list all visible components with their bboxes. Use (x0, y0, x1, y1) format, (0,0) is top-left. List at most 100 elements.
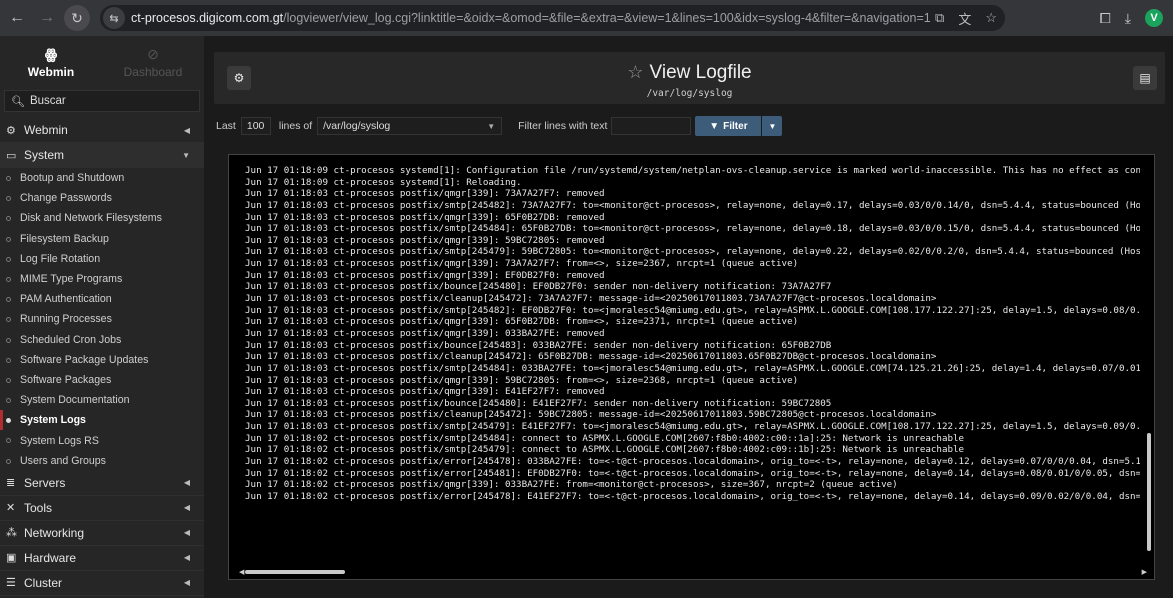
log-line: Jun 17 01:18:03 ct-procesos postfix/smtp… (245, 223, 1140, 235)
sidebar-item-label: Disk and Network Filesystems (20, 212, 162, 225)
sidebar-item-label: Filesystem Backup (20, 232, 109, 245)
category-label: Networking (24, 525, 85, 540)
log-line: Jun 17 01:18:02 ct-procesos postfix/erro… (245, 467, 1140, 479)
bullet-icon (6, 176, 11, 181)
sidebar-item-label: Users and Groups (20, 454, 106, 467)
translate-icon[interactable]: 文 (958, 9, 971, 28)
extensions-icon[interactable]: ⧠ (1100, 10, 1111, 27)
sidebar-item-pam[interactable]: PAM Authentication (0, 289, 204, 309)
scroll-left-icon[interactable]: ◀ (239, 568, 244, 576)
sidebar-item-documentation[interactable]: System Documentation (0, 390, 204, 410)
sidebar-item-software-packages[interactable]: Software Packages (0, 370, 204, 390)
sidebar-item-package-updates[interactable]: Software Package Updates (0, 350, 204, 370)
sidebar-item-label: Scheduled Cron Jobs (20, 333, 122, 346)
bullet-icon (6, 236, 11, 242)
sidebar-category-hardware[interactable]: ▣ Hardware ◀ (0, 546, 204, 571)
log-output[interactable]: Jun 17 01:18:09 ct-procesos systemd[1]: … (228, 154, 1155, 580)
log-line: Jun 17 01:18:03 ct-procesos postfix/clea… (245, 293, 937, 305)
page-subtitle: /var/log/syslog (646, 88, 733, 99)
bullet-icon (6, 438, 11, 444)
vertical-scrollbar[interactable] (1146, 161, 1152, 569)
search-input[interactable]: 🔍︎ Buscar (4, 90, 200, 112)
monitor-icon: ▭ (6, 149, 17, 162)
sidebar-item-change-passwords[interactable]: Change Passwords (0, 188, 204, 208)
install-icon[interactable]: ⧉ (935, 10, 944, 26)
log-file-value: /var/log/syslog (323, 120, 391, 132)
chevron-left-icon: ◀ (183, 503, 190, 513)
filter-dropdown-button[interactable]: ▼ (762, 116, 783, 136)
bullet-icon (6, 377, 11, 383)
favorite-star-icon[interactable]: ☆ (627, 62, 643, 82)
sidebar-category-networking[interactable]: ⁂ Networking ◀ (0, 521, 204, 546)
sidebar-category-tools[interactable]: ✕ Tools ◀ (0, 496, 204, 521)
tab-dashboard[interactable]: ⊘ Dashboard (102, 36, 204, 88)
sidebar-category-webmin[interactable]: ⚙ Webmin ◀ (0, 118, 204, 143)
log-line: Jun 17 01:18:09 ct-procesos systemd[1]: … (245, 176, 522, 188)
log-line: Jun 17 01:18:03 ct-procesos postfix/boun… (245, 339, 832, 351)
document-button[interactable]: ▤ (1133, 66, 1157, 90)
sidebar-item-cron-jobs[interactable]: Scheduled Cron Jobs (0, 330, 204, 350)
back-icon[interactable]: ← (4, 5, 30, 31)
log-line: Jun 17 01:18:03 ct-procesos postfix/qmgr… (245, 188, 605, 200)
sidebar-item-mime-types[interactable]: MIME Type Programs (0, 269, 204, 289)
filter-text-input[interactable] (611, 117, 692, 135)
chevron-left-icon: ◀ (183, 578, 190, 588)
url-text[interactable]: ct-procesos.digicom.com.gt/logviewer/vie… (131, 11, 931, 25)
site-info-icon[interactable]: ⇆ (103, 7, 125, 29)
chevron-left-icon: ◀ (183, 478, 190, 488)
bookmark-star-icon[interactable]: ☆ (985, 10, 997, 26)
sidebar-category-servers[interactable]: ≣ Servers ◀ (0, 471, 204, 496)
forward-icon[interactable]: → (34, 5, 60, 31)
filter-button-label: Filter (723, 120, 748, 132)
reload-icon[interactable]: ↻ (64, 5, 90, 31)
category-label: Cluster (24, 575, 63, 590)
horizontal-scrollbar[interactable]: ◀ ▶ (239, 568, 1147, 576)
sidebar-item-disk-filesystems[interactable]: Disk and Network Filesystems (0, 208, 204, 228)
log-line: Jun 17 01:18:03 ct-procesos postfix/clea… (245, 351, 937, 363)
log-line: Jun 17 01:18:03 ct-procesos postfix/smtp… (245, 246, 1140, 258)
scrollbar-thumb[interactable] (1147, 433, 1151, 551)
lines-count-input[interactable]: 100 (240, 117, 271, 135)
log-line: Jun 17 01:18:02 ct-procesos postfix/smtp… (245, 444, 965, 456)
log-file-select[interactable]: /var/log/syslog ▼ (317, 117, 503, 135)
download-icon[interactable]: ⤓ (1125, 10, 1131, 27)
bullet-icon (6, 216, 11, 222)
sidebar-item-system-logs[interactable]: System Logs (0, 410, 204, 431)
address-bar[interactable]: ⇆ ct-procesos.digicom.com.gt/logviewer/v… (100, 5, 1005, 31)
category-label: Hardware (24, 550, 77, 565)
sidebar-item-label: Bootup and Shutdown (20, 172, 125, 185)
sidebar-item-bootup[interactable]: Bootup and Shutdown (0, 168, 204, 188)
sidebar-category-cluster[interactable]: ☰ Cluster ◀ (0, 571, 204, 596)
log-line: Jun 17 01:18:03 ct-procesos postfix/boun… (245, 281, 832, 293)
category-label: Servers (24, 475, 66, 490)
main-content: ⚙ ☆ View Logfile /var/log/syslog ▤ Last 1… (214, 52, 1171, 598)
last-label: Last (216, 120, 236, 132)
avatar[interactable]: V (1145, 9, 1163, 27)
bullet-icon (6, 418, 11, 424)
sidebar-item-users-groups[interactable]: Users and Groups (0, 451, 204, 471)
search-placeholder: Buscar (29, 95, 66, 107)
log-line: Jun 17 01:18:03 ct-procesos postfix/qmgr… (245, 269, 605, 281)
log-line: Jun 17 01:18:09 ct-procesos systemd[1]: … (245, 165, 1140, 176)
sidebar-item-label: Running Processes (20, 313, 112, 326)
bullet-icon (6, 398, 11, 404)
sidebar-item-filesystem-backup[interactable]: Filesystem Backup (0, 229, 204, 249)
sidebar-category-system[interactable]: ▭ System ▼ (0, 143, 204, 168)
bullet-icon (6, 357, 11, 363)
scrollbar-thumb[interactable] (245, 570, 345, 574)
scroll-right-icon[interactable]: ▶ (1142, 568, 1147, 576)
sidebar-item-label: Software Packages (20, 373, 112, 386)
chevron-left-icon: ◀ (183, 125, 190, 135)
log-line: Jun 17 01:18:03 ct-procesos postfix/smtp… (245, 421, 1140, 433)
filter-button[interactable]: ▼ Filter (695, 116, 762, 136)
log-line: Jun 17 01:18:03 ct-procesos postfix/qmgr… (245, 211, 605, 223)
sidebar-item-label: Change Passwords (20, 192, 112, 205)
sidebar-item-system-logs-rs[interactable]: System Logs RS (0, 430, 204, 450)
sidebar: ꙮ Webmin ⊘ Dashboard 🔍︎ Buscar ⚙ Webmin … (0, 36, 204, 598)
funnel-icon: ▼ (709, 120, 720, 132)
sidebar-item-log-rotation[interactable]: Log File Rotation (0, 249, 204, 269)
sidebar-item-running-processes[interactable]: Running Processes (0, 309, 204, 329)
bullet-icon (6, 276, 11, 282)
log-line: Jun 17 01:18:03 ct-procesos postfix/smtp… (245, 199, 1140, 211)
tab-webmin[interactable]: ꙮ Webmin (0, 36, 102, 88)
